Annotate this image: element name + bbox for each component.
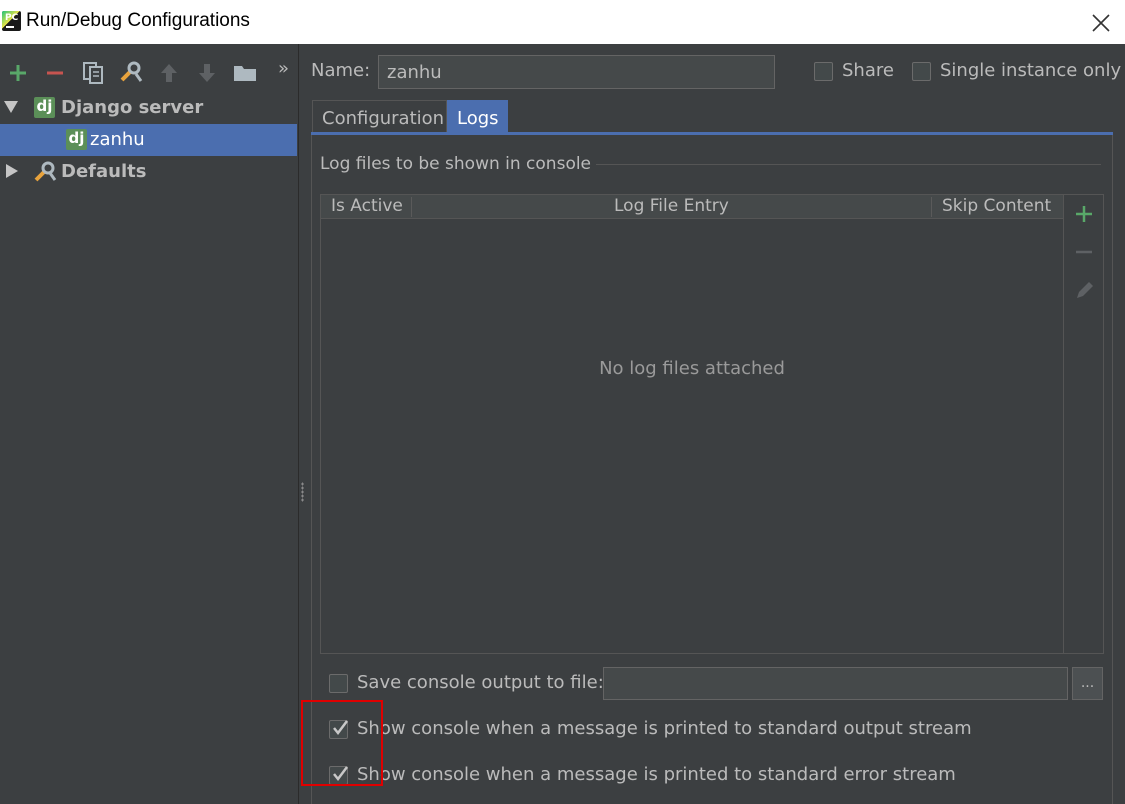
- collapse-arrow-icon[interactable]: [6, 164, 18, 178]
- edit-defaults-button[interactable]: [118, 60, 144, 86]
- output-file-path-input[interactable]: [603, 667, 1068, 700]
- title-bar: PC Run/Debug Configurations: [0, 0, 1125, 44]
- window-title: Run/Debug Configurations: [26, 10, 250, 31]
- column-skip-content[interactable]: Skip Content: [942, 196, 1051, 216]
- name-label: Name:: [311, 60, 371, 81]
- remove-icon: [47, 71, 63, 75]
- share-checkbox[interactable]: [814, 62, 833, 81]
- column-is-active[interactable]: Is Active: [331, 196, 403, 216]
- single-instance-checkbox[interactable]: [912, 62, 931, 81]
- log-files-table[interactable]: [320, 194, 1064, 654]
- create-folder-button[interactable]: [232, 60, 258, 86]
- column-log-file-entry[interactable]: Log File Entry: [614, 196, 729, 216]
- copy-configuration-button[interactable]: [80, 60, 106, 86]
- expand-arrow-icon[interactable]: [4, 101, 18, 113]
- panel-splitter[interactable]: [298, 44, 308, 804]
- highlight-annotation-box: [301, 700, 383, 786]
- remove-log-file-button[interactable]: [1072, 240, 1096, 264]
- tree-group-defaults[interactable]: Defaults: [61, 161, 146, 182]
- django-icon: dj: [66, 129, 87, 150]
- tree-item-label: zanhu: [90, 129, 145, 150]
- more-icon: »: [278, 58, 290, 79]
- show-stdout-label: Show console when a message is printed t…: [357, 718, 972, 739]
- add-configuration-button[interactable]: [5, 60, 31, 86]
- move-up-icon: [161, 64, 177, 82]
- defaults-wrench-icon: [33, 160, 57, 184]
- remove-icon: [1076, 250, 1092, 254]
- empty-table-message: No log files attached: [599, 358, 785, 379]
- add-icon: [1076, 206, 1092, 222]
- tree-group-django-server[interactable]: Django server: [61, 97, 203, 118]
- more-actions-button[interactable]: »: [278, 58, 298, 84]
- column-separator[interactable]: [411, 197, 412, 217]
- single-instance-label: Single instance only: [940, 60, 1122, 81]
- move-down-button[interactable]: [194, 60, 220, 86]
- edit-log-file-button[interactable]: [1072, 278, 1096, 302]
- move-down-icon: [199, 64, 215, 82]
- show-stderr-label: Show console when a message is printed t…: [357, 764, 956, 785]
- splitter-grip[interactable]: [301, 482, 304, 502]
- save-output-label: Save console output to file:: [357, 672, 604, 693]
- configurations-tree-panel: [0, 44, 298, 804]
- remove-configuration-button[interactable]: [42, 60, 68, 86]
- column-separator[interactable]: [931, 197, 932, 217]
- folder-icon: [234, 66, 256, 81]
- django-icon: dj: [34, 97, 55, 118]
- add-icon: [10, 65, 26, 81]
- edit-defaults-icon: [120, 61, 143, 82]
- browse-button[interactable]: ...: [1072, 667, 1103, 700]
- log-files-section-title: Log files to be shown in console: [320, 154, 592, 174]
- pycharm-app-icon: PC: [2, 11, 21, 31]
- move-up-button[interactable]: [156, 60, 182, 86]
- copy-icon: [83, 62, 103, 84]
- share-label: Share: [842, 60, 894, 81]
- tabs-underline: [311, 132, 1113, 135]
- pencil-icon: [1077, 282, 1093, 298]
- name-input[interactable]: [378, 55, 775, 89]
- section-divider: [596, 164, 1101, 165]
- close-icon: [1092, 14, 1110, 32]
- add-log-file-button[interactable]: [1072, 202, 1096, 226]
- close-button[interactable]: [1086, 8, 1116, 38]
- tree-item-zanhu[interactable]: [0, 124, 297, 156]
- save-output-checkbox[interactable]: [329, 674, 348, 693]
- tab-configuration[interactable]: Configuration: [312, 100, 447, 133]
- tab-logs[interactable]: Logs: [447, 100, 508, 133]
